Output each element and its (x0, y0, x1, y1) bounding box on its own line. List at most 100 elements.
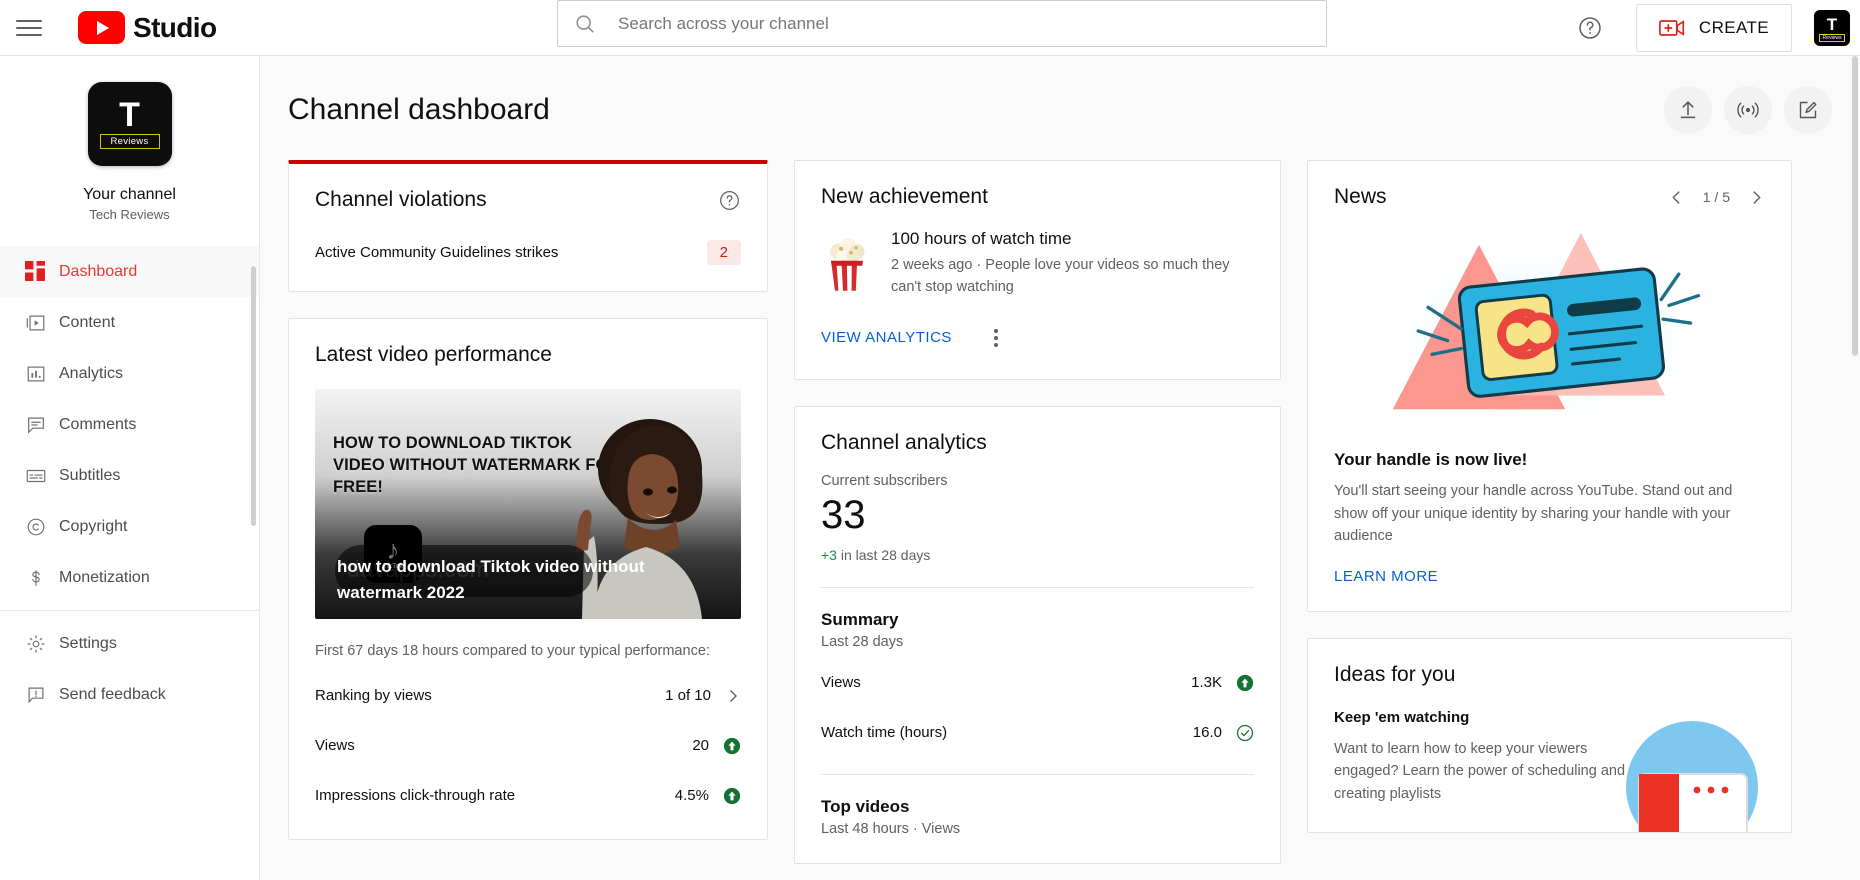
column-middle: New achievement 100 hours of watch time … (794, 160, 1281, 864)
channel-analytics-card: Channel analytics Current subscribers 33… (794, 405, 1281, 864)
gear-icon (12, 633, 59, 655)
create-button[interactable]: CREATE (1635, 4, 1792, 52)
new-achievement-card: New achievement 100 hours of watch time … (794, 160, 1281, 380)
divider (821, 773, 1254, 775)
main-content: Channel dashboard Channel violations Act… (260, 56, 1860, 880)
summary-subtitle: Last 28 days (821, 633, 904, 650)
account-avatar[interactable]: T Reviews (1814, 10, 1850, 46)
main-scrollbar[interactable] (1852, 56, 1858, 356)
dollar-icon (12, 567, 59, 589)
kebab-menu-icon[interactable] (988, 323, 1004, 353)
playlist-illustration (1626, 720, 1758, 832)
metric-impressions-ctr[interactable]: Impressions click-through rate 4.5% (315, 779, 741, 813)
channel-name: Tech Reviews (89, 207, 170, 222)
sidebar-label: Send feedback (59, 685, 166, 703)
sidebar-label: Monetization (59, 568, 150, 586)
arrow-up-filled-icon (723, 737, 741, 755)
comment-icon (12, 414, 59, 436)
metric-views[interactable]: Views 20 (315, 729, 741, 763)
view-analytics-link[interactable]: VIEW ANALYTICS (821, 329, 952, 346)
dashboard-icon (12, 261, 59, 282)
arrow-up-filled-icon (1236, 674, 1254, 692)
search-input[interactable] (618, 13, 1310, 34)
search-bar[interactable] (557, 0, 1327, 47)
subscribers-label: Current subscribers (821, 472, 948, 489)
news-card: News 1 / 5 Your handle is now live! You'… (1307, 160, 1792, 612)
video-thumbnail[interactable]: HOW TO DOWNLOAD TIKTOK VIDEO WITHOUT WAT… (315, 389, 741, 619)
analytics-bar-icon (12, 363, 59, 385)
sidebar-label: Settings (59, 634, 117, 652)
feedback-icon (12, 684, 59, 706)
summary-row-views[interactable]: Views 1.3K (821, 666, 1254, 700)
sidebar-item-dashboard[interactable]: Dashboard (0, 246, 259, 297)
channel-summary[interactable]: T Reviews Your channel Tech Reviews (0, 56, 259, 222)
news-title: News (1334, 185, 1387, 208)
ideas-for-you-card: Ideas for you Keep 'em watching Want to … (1307, 637, 1792, 833)
latest-video-performance-card: Latest video performance HOW TO DOWNLOAD… (288, 318, 768, 840)
chevron-right-icon[interactable] (1748, 189, 1765, 206)
page-title: Channel dashboard (288, 93, 550, 126)
sidebar-scrollbar[interactable] (251, 266, 256, 526)
help-icon[interactable] (718, 189, 741, 212)
violations-row[interactable]: Active Community Guidelines strikes 2 (315, 240, 741, 265)
sidebar-item-monetization[interactable]: Monetization (0, 552, 259, 603)
analytics-title: Channel analytics (821, 430, 987, 454)
metric-value: 1 of 10 (665, 687, 711, 705)
sidebar-item-comments[interactable]: Comments (0, 399, 259, 450)
metric-label: Watch time (hours) (821, 724, 948, 741)
upload-video-button[interactable] (1664, 86, 1712, 134)
news-pagination: 1 / 5 (1668, 189, 1765, 206)
sidebar-label: Comments (59, 415, 137, 433)
help-icon[interactable] (1570, 8, 1610, 48)
sidebar-label: Content (59, 313, 116, 331)
top-videos-title: Top videos (821, 796, 910, 816)
metric-label: Ranking by views (315, 687, 432, 705)
metric-ranking-by-views[interactable]: Ranking by views 1 of 10 (315, 679, 741, 713)
sidebar-item-analytics[interactable]: Analytics (0, 348, 259, 399)
sidebar-item-copyright[interactable]: Copyright (0, 501, 259, 552)
hamburger-menu-icon[interactable] (14, 17, 44, 39)
learn-more-link[interactable]: LEARN MORE (1334, 568, 1765, 585)
sidebar-item-settings[interactable]: Settings (0, 618, 259, 669)
divider (821, 586, 1254, 588)
subscribers-delta: +3 in last 28 days (821, 547, 1254, 563)
news-body: You'll start seeing your handle across Y… (1334, 483, 1733, 545)
top-bar: Studio Search across your channel CREATE… (0, 0, 1860, 56)
sidebar-item-send-feedback[interactable]: Send feedback (0, 669, 259, 720)
latest-video-title: Latest video performance (315, 343, 552, 366)
channel-avatar: T Reviews (87, 82, 172, 166)
create-button-label: CREATE (1698, 18, 1769, 37)
achievement-title: New achievement (821, 185, 988, 208)
news-headline: Your handle is now live! (1334, 450, 1528, 469)
top-videos-subtitle: Last 48 hours · Views (821, 820, 961, 837)
top-bar-actions: CREATE T Reviews (1570, 0, 1860, 56)
chevron-left-icon[interactable] (1668, 189, 1685, 206)
content-play-icon (12, 312, 59, 334)
studio-logo[interactable]: Studio (78, 11, 217, 44)
check-circle-icon (1236, 724, 1254, 742)
sidebar-nav: Dashboard Content Analytics Comments Sub… (0, 246, 259, 720)
delta-period: in last 28 days (836, 546, 931, 563)
dashboard-columns: Channel violations Active Community Guid… (260, 134, 1860, 864)
create-post-button[interactable] (1784, 86, 1832, 134)
summary-row-watch-time[interactable]: Watch time (hours) 16.0 (821, 716, 1254, 750)
sidebar-divider (0, 610, 259, 611)
your-channel-label: Your channel (83, 186, 176, 203)
channel-violations-card: Channel violations Active Community Guid… (288, 160, 768, 292)
arrow-up-filled-icon (723, 787, 741, 805)
ideas-body: Want to learn how to keep your viewers e… (1334, 740, 1626, 803)
sidebar-label: Subtitles (59, 466, 121, 484)
metric-value: 4.5% (674, 787, 709, 805)
delta-value: +3 (821, 546, 837, 563)
popcorn-icon (830, 237, 865, 291)
sidebar-item-content[interactable]: Content (0, 297, 259, 348)
column-right: News 1 / 5 Your handle is now live! You'… (1307, 160, 1792, 833)
page-header: Channel dashboard (260, 56, 1860, 134)
achievement-headline: 100 hours of watch time (891, 229, 1072, 248)
avatar-letter: T (1826, 14, 1838, 34)
go-live-button[interactable] (1724, 86, 1772, 134)
sidebar-item-subtitles[interactable]: Subtitles (0, 450, 259, 501)
metric-label: Views (821, 674, 861, 691)
metric-label: Views (315, 737, 355, 755)
channel-avatar-sublabel: Reviews (99, 134, 160, 149)
